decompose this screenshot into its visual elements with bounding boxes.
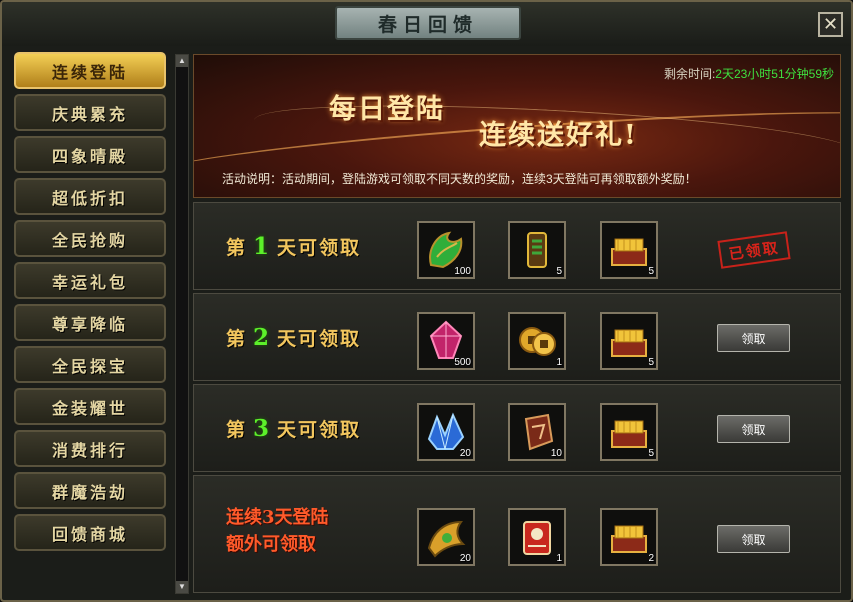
row-title-suffix: 天可领取 [277, 236, 362, 259]
reward-row-day-1: 第 1 天可领取 100 5 5 已领取 [193, 202, 841, 290]
sidebar-item-consecutive-login[interactable]: 连续登陆 [14, 52, 166, 89]
reward-row-bonus: 连续3天登陆 额外可领取 20 1 2 领取 [193, 475, 841, 593]
title-bar: 春日回馈 ✕ [2, 2, 851, 46]
sidebar-item-feedback-mall[interactable]: 回馈商城 [14, 514, 166, 551]
banner-headline-gifts: 连续送好礼! [479, 120, 638, 151]
sidebar-item-celebration-recharge[interactable]: 庆典累充 [14, 94, 166, 131]
row-title-prefix: 第 [226, 327, 248, 350]
sidebar-item-super-discount[interactable]: 超低折扣 [14, 178, 166, 215]
bonus-title-line-2: 额外可领取 [226, 534, 316, 555]
reward-row-day-2: 第 2 天可领取 500 1 5 领取 [193, 293, 841, 381]
row-title: 第 3 天可领取 [226, 385, 361, 471]
reward-slot[interactable]: 2 [600, 508, 658, 566]
spring-feedback-window: 春日回馈 ✕ 连续登陆 庆典累充 四象晴殿 超低折扣 全民抢购 幸运礼包 尊享降… [0, 0, 853, 602]
sidebar-item-vip-arrival[interactable]: 尊享降临 [14, 304, 166, 341]
reward-slot[interactable]: 5 [508, 221, 566, 279]
sidebar-item-label: 消费排行 [51, 440, 128, 460]
claimed-stamp: 已领取 [717, 231, 791, 269]
bonus-title: 连续3天登陆 额外可领取 [226, 504, 329, 558]
row-day-number: 2 [253, 323, 272, 351]
item-quantity: 5 [648, 448, 654, 459]
sidebar-item-label: 四象晴殿 [51, 146, 128, 166]
row-title-prefix: 第 [226, 236, 248, 259]
sidebar-item-label: 尊享降临 [51, 314, 128, 334]
sidebar-item-demon-calamity[interactable]: 群魔浩劫 [14, 472, 166, 509]
reward-slot[interactable]: 5 [600, 403, 658, 461]
item-quantity: 5 [648, 357, 654, 368]
reward-slot[interactable]: 500 [417, 312, 475, 370]
reward-slot[interactable]: 100 [417, 221, 475, 279]
sidebar-item-flash-sale[interactable]: 全民抢购 [14, 220, 166, 257]
gold-treasure-chest-icon [611, 525, 647, 553]
sidebar-item-four-symbols[interactable]: 四象晴殿 [14, 136, 166, 173]
sidebar-item-label: 庆典累充 [51, 104, 128, 124]
gold-treasure-chest-icon [611, 329, 647, 357]
sidebar-item-spending-rank[interactable]: 消费排行 [14, 430, 166, 467]
sidebar-item-label: 超低折扣 [51, 188, 128, 208]
item-quantity: 500 [454, 357, 471, 368]
sidebar-item-label: 连续登陆 [51, 62, 128, 82]
gold-coin-icon [519, 327, 556, 356]
item-quantity: 5 [648, 266, 654, 277]
window-title: 春日回馈 [377, 13, 478, 36]
reward-row-day-3: 第 3 天可领取 20 10 5 领取 [193, 384, 841, 472]
item-quantity: 100 [454, 266, 471, 277]
sidebar-item-label: 金装耀世 [51, 398, 128, 418]
bonus-title-line-1: 连续3天登陆 [226, 507, 329, 528]
row-day-number: 1 [253, 232, 272, 260]
sidebar-item-label: 幸运礼包 [51, 272, 128, 292]
remaining-time: 剩余时间:2天23小时51分钟59秒 [664, 65, 834, 82]
remaining-time-value: 2天23小时51分钟59秒 [715, 67, 834, 81]
sidebar-item-label: 回馈商城 [51, 524, 128, 544]
item-quantity: 20 [459, 553, 471, 564]
sidebar-item-treasure-hunt[interactable]: 全民探宝 [14, 346, 166, 383]
red-scroll-icon [523, 521, 551, 555]
reward-slot[interactable]: 20 [417, 508, 475, 566]
claim-button[interactable]: 领取 [717, 324, 790, 352]
row-title-suffix: 天可领取 [277, 418, 362, 441]
remaining-time-label: 剩余时间: [663, 67, 716, 81]
item-quantity: 1 [556, 553, 562, 564]
event-description: 活动说明：活动期间，登陆游戏可领取不同天数的奖励，连续3天登陆可再领取额外奖励！ [222, 172, 697, 186]
reward-slot[interactable]: 5 [600, 312, 658, 370]
reward-slot[interactable]: 1 [508, 312, 566, 370]
row-title: 第 2 天可领取 [226, 294, 361, 380]
item-quantity: 10 [550, 448, 562, 459]
event-banner: 剩余时间:2天23小时51分钟59秒 每日登陆 连续送好礼! 活动说明：活动期间… [193, 54, 841, 198]
item-quantity: 5 [556, 266, 562, 277]
scroll-down-icon[interactable]: ▼ [176, 581, 188, 593]
item-quantity: 1 [556, 357, 562, 368]
claim-button[interactable]: 领取 [717, 525, 790, 553]
scroll-up-icon[interactable]: ▲ [176, 55, 188, 67]
item-quantity: 2 [648, 553, 654, 564]
sidebar-item-label: 全民抢购 [51, 230, 128, 250]
reward-slot[interactable]: 20 [417, 403, 475, 461]
gold-treasure-chest-icon [611, 238, 647, 266]
reward-slot[interactable]: 1 [508, 508, 566, 566]
title-plate: 春日回馈 [335, 6, 521, 40]
item-quantity: 20 [459, 448, 471, 459]
sidebar-item-golden-gear[interactable]: 金装耀世 [14, 388, 166, 425]
sidebar-item-lucky-pack[interactable]: 幸运礼包 [14, 262, 166, 299]
row-day-number: 3 [253, 414, 272, 442]
reward-slot[interactable]: 10 [508, 403, 566, 461]
sidebar-scrollbar[interactable]: ▲ ▼ [175, 54, 189, 594]
sidebar-item-label: 全民探宝 [51, 356, 128, 376]
gold-treasure-chest-icon [611, 420, 647, 448]
claim-button[interactable]: 领取 [717, 415, 790, 443]
row-title: 第 1 天可领取 [226, 203, 361, 289]
close-icon: ✕ [822, 14, 839, 34]
gold-scroll-charm-icon [527, 232, 547, 268]
row-title-suffix: 天可领取 [277, 327, 362, 350]
activity-sidebar: 连续登陆 庆典累充 四象晴殿 超低折扣 全民抢购 幸运礼包 尊享降临 全民探宝 … [8, 46, 172, 596]
row-title-prefix: 第 [226, 418, 248, 441]
banner-headline-daily-login: 每日登陆 [329, 94, 445, 125]
sidebar-item-label: 群魔浩劫 [51, 482, 128, 502]
reward-slot[interactable]: 5 [600, 221, 658, 279]
close-button[interactable]: ✕ [818, 12, 843, 37]
